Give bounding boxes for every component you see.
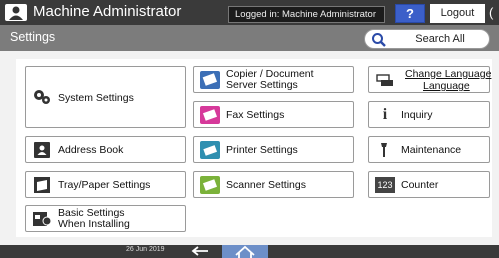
logged-in-status: Logged in: Machine Administrator <box>228 6 385 23</box>
scanner-settings-button[interactable]: Scanner Settings <box>193 171 354 198</box>
inquiry-label: Inquiry <box>401 109 433 121</box>
info-icon: i <box>382 106 388 123</box>
printer-settings-label: Printer Settings <box>226 144 298 156</box>
logout-button[interactable]: Logout <box>430 4 485 23</box>
change-language-button[interactable]: Change Language Language <box>368 66 492 93</box>
scanner-icon <box>200 176 220 194</box>
basic-settings-button[interactable]: Basic Settings When Installing <box>25 205 186 232</box>
gears-icon <box>32 88 52 106</box>
system-settings-button[interactable]: System Settings <box>25 66 186 128</box>
change-language-label-1: Change Language <box>405 68 492 80</box>
help-button[interactable]: ? <box>395 4 425 23</box>
page-title: Settings <box>10 30 56 44</box>
basic-settings-label-2: When Installing <box>58 218 130 230</box>
date-display: 26 Jun 2019 <box>126 246 165 253</box>
scanner-settings-label: Scanner Settings <box>226 179 306 191</box>
search-all-button[interactable]: Search All <box>364 29 490 49</box>
address-book-label: Address Book <box>58 144 124 156</box>
change-language-label-2: Language <box>423 80 470 92</box>
basic-settings-icon <box>32 210 52 228</box>
copier-settings-label-2: Server Settings <box>226 79 298 91</box>
printer-icon <box>200 141 220 159</box>
partial-icon: ( <box>489 5 494 20</box>
address-book-button[interactable]: Address Book <box>25 136 186 163</box>
top-bar: Machine Administrator Logged in: Machine… <box>0 0 499 25</box>
bottom-bar: 26 Jun 2019 <box>0 245 499 258</box>
counter-label: Counter <box>401 179 439 191</box>
tray-icon <box>32 176 52 194</box>
address-book-icon <box>32 141 52 159</box>
fax-icon <box>200 106 220 124</box>
counter-icon: 123 <box>375 177 395 193</box>
tray-paper-settings-button[interactable]: Tray/Paper Settings <box>25 171 186 198</box>
fax-settings-label: Fax Settings <box>226 109 285 121</box>
counter-button[interactable]: 123 Counter <box>368 171 490 198</box>
printer-settings-button[interactable]: Printer Settings <box>193 136 354 163</box>
copier-settings-button[interactable]: Copier / Document Server Settings <box>193 66 354 93</box>
tray-paper-settings-label: Tray/Paper Settings <box>58 179 151 191</box>
inquiry-button[interactable]: i Inquiry <box>368 101 490 128</box>
maintenance-button[interactable]: Maintenance <box>368 136 490 163</box>
wrench-icon <box>375 141 395 159</box>
search-icon <box>371 32 387 48</box>
back-arrow-icon[interactable] <box>190 245 212 258</box>
fax-settings-button[interactable]: Fax Settings <box>193 101 354 128</box>
user-icon <box>5 4 27 21</box>
search-all-label: Search All <box>415 33 465 45</box>
system-settings-label: System Settings <box>58 92 134 104</box>
copier-icon <box>200 71 220 89</box>
language-icon <box>375 71 395 89</box>
maintenance-label: Maintenance <box>401 144 462 156</box>
home-icon[interactable] <box>222 245 268 258</box>
user-title: Machine Administrator <box>33 3 182 20</box>
